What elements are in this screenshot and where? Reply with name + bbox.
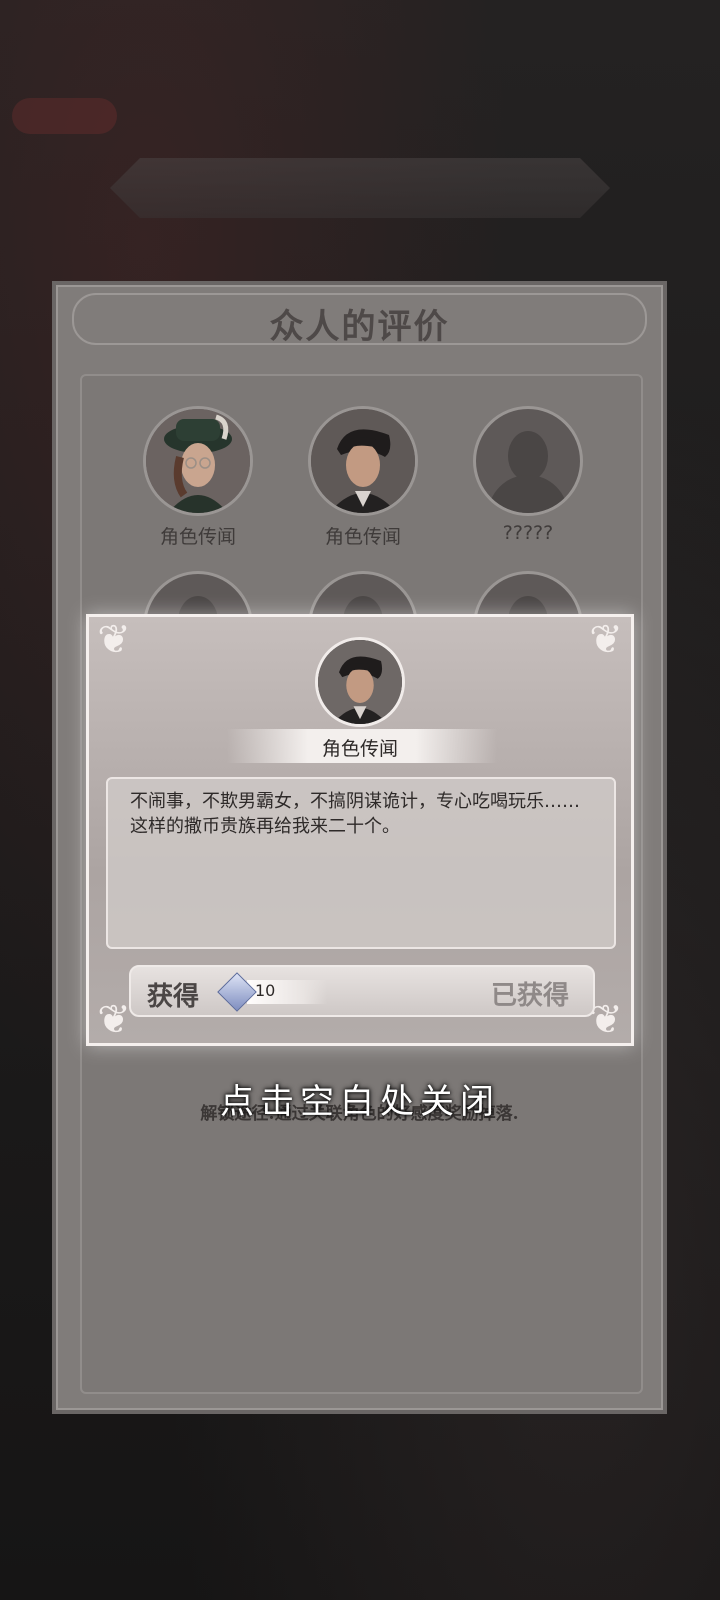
tap-to-close-hint: 点击空白处关闭 [220, 1082, 500, 1122]
character-label: ????? [502, 522, 554, 544]
popup-character-name: 角色传闻 [321, 738, 398, 760]
corner-ornament-icon: ❦ [589, 617, 623, 663]
reward-label: 获得 [147, 982, 200, 1012]
rumor-quote: 不闹事，不欺男霸女，不搞阴谋诡计，专心吃喝玩乐……这样的撒币贵族再给我来二十个。 [106, 777, 616, 949]
man-portrait-icon [315, 637, 405, 727]
character-label: 角色传闻 [324, 526, 401, 548]
character-cell[interactable]: 角色传闻 [303, 406, 423, 549]
panel-title: 众人的评价 [269, 307, 450, 347]
background-title-bar [110, 158, 610, 218]
character-label: 角色传闻 [159, 526, 236, 548]
lady-portrait-icon [143, 406, 253, 516]
reward-amount: 10 [255, 981, 276, 1000]
reward-bar: 获得 10 已获得 [129, 965, 595, 1017]
man-portrait-icon [308, 406, 418, 516]
rumor-popup[interactable]: ❦ ❦ ❦ ❦ 角色传闻 不闹事，不欺男霸女，不搞阴谋诡计，专心吃喝玩乐……这样… [86, 614, 634, 1046]
crystal-currency-icon [217, 972, 257, 1012]
character-cell[interactable]: 角色传闻 [138, 406, 258, 549]
corner-ornament-icon: ❦ [97, 617, 131, 663]
reward-status: 已获得 [490, 981, 569, 1011]
character-cell[interactable]: ????? [468, 406, 588, 544]
background-back-button [12, 98, 117, 134]
silhouette-icon [473, 406, 583, 516]
